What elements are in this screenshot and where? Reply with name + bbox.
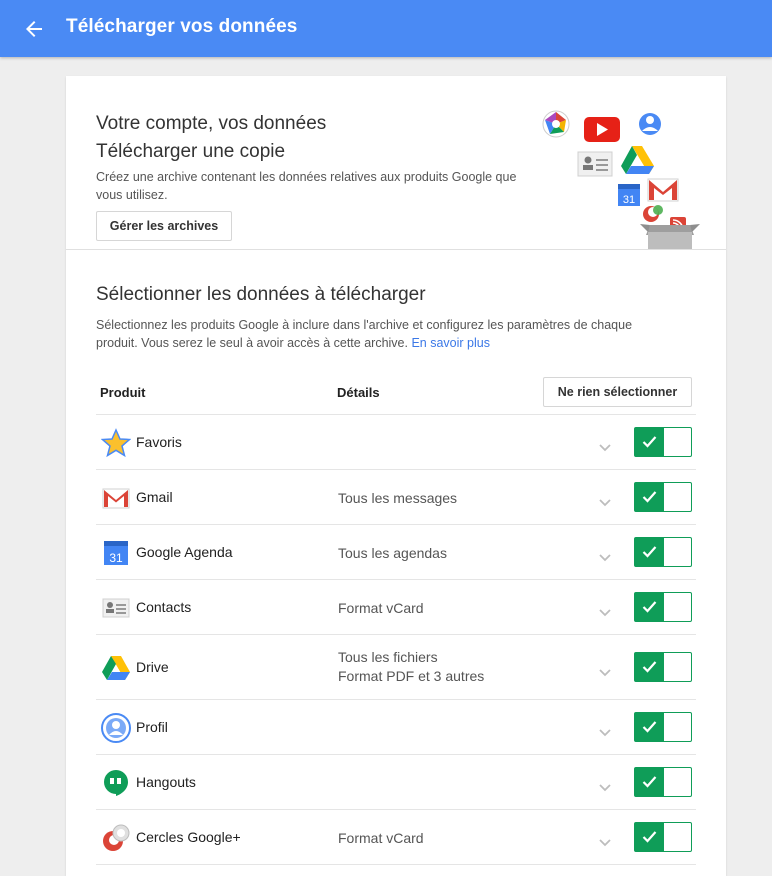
chevron-down-icon[interactable]: [599, 664, 611, 677]
product-row-cercles-google-plus: Cercles Google+ Format vCard: [96, 810, 696, 865]
profile-icon: [101, 713, 131, 743]
product-name: Profil: [136, 719, 168, 735]
toggle-on-segment: [635, 593, 664, 621]
product-row-favoris: Favoris: [96, 415, 696, 470]
picasa-icon: [542, 110, 570, 138]
hero-title: Votre compte, vos données Télécharger un…: [96, 110, 326, 166]
circles-icon: [101, 823, 131, 853]
calendar-icon: 31: [101, 538, 131, 568]
product-row-drive: Drive Tous les fichiers Format PDF et 3 …: [96, 635, 696, 700]
hangouts-icon: [101, 768, 131, 798]
product-name: Hangouts: [136, 774, 196, 790]
manage-archives-button[interactable]: Gérer les archives: [96, 211, 232, 241]
check-icon: [642, 661, 657, 673]
toggle-on-segment: [635, 538, 664, 566]
product-details-line1: Tous les fichiers: [338, 649, 438, 665]
contacts-icon: [101, 593, 131, 623]
section-divider: [66, 249, 726, 250]
toggle-on-segment: [635, 768, 664, 796]
product-name: Gmail: [136, 489, 173, 505]
include-toggle[interactable]: [634, 427, 692, 457]
toggle-on-segment: [635, 428, 664, 456]
product-row-contacts: Contacts Format vCard: [96, 580, 696, 635]
check-icon: [642, 601, 657, 613]
back-arrow-icon[interactable]: [22, 17, 46, 41]
product-details-line2: Format PDF et 3 autres: [338, 668, 485, 684]
product-row-hangouts: Hangouts: [96, 755, 696, 810]
toggle-on-segment: [635, 653, 664, 681]
contacts-icon: [577, 151, 613, 177]
gmail-icon: [101, 483, 131, 513]
product-details: Format vCard: [338, 600, 424, 616]
column-header-details: Détails: [337, 385, 380, 400]
include-toggle[interactable]: [634, 767, 692, 797]
include-toggle[interactable]: [634, 822, 692, 852]
check-icon: [642, 776, 657, 788]
selection-title: Sélectionner les données à télécharger: [96, 284, 426, 305]
include-toggle[interactable]: [634, 537, 692, 567]
include-toggle[interactable]: [634, 652, 692, 682]
product-details: Format vCard: [338, 830, 424, 846]
circles-icon: [643, 205, 663, 222]
check-icon: [642, 491, 657, 503]
chevron-down-icon[interactable]: [599, 439, 611, 452]
toggle-on-segment: [635, 713, 664, 741]
product-name: Google Agenda: [136, 544, 233, 560]
drive-icon: [621, 146, 654, 174]
takeout-card: Votre compte, vos données Télécharger un…: [66, 76, 726, 876]
app-header: Télécharger vos données: [0, 0, 772, 57]
hero-title-line1: Votre compte, vos données: [96, 113, 327, 134]
product-name: Drive: [136, 659, 169, 675]
toggle-on-segment: [635, 483, 664, 511]
toggle-on-segment: [635, 823, 664, 851]
product-details: Tous les agendas: [338, 545, 447, 561]
chevron-down-icon[interactable]: [599, 779, 611, 792]
youtube-icon: [584, 117, 620, 142]
check-icon: [642, 721, 657, 733]
gmail-icon: [647, 178, 679, 202]
learn-more-link[interactable]: En savoir plus: [411, 336, 490, 350]
select-none-button[interactable]: Ne rien sélectionner: [543, 377, 692, 407]
column-header-product: Produit: [100, 385, 146, 400]
product-row-google-agenda: 31 Google Agenda Tous les agendas: [96, 525, 696, 580]
check-icon: [642, 546, 657, 558]
hero-illustration: 31: [538, 104, 706, 250]
hero-title-line2: Télécharger une copie: [96, 141, 286, 162]
product-row-gmail: Gmail Tous les messages: [96, 470, 696, 525]
include-toggle[interactable]: [634, 482, 692, 512]
calendar-day: 31: [109, 551, 123, 565]
include-toggle[interactable]: [634, 592, 692, 622]
chevron-down-icon[interactable]: [599, 604, 611, 617]
chevron-down-icon[interactable]: [599, 549, 611, 562]
selection-description-text: Sélectionnez les produits Google à inclu…: [96, 318, 633, 350]
product-details: Tous les fichiers Format PDF et 3 autres: [338, 648, 484, 686]
archive-box-icon: [640, 224, 700, 250]
hero-description: Créez une archive contenant les données …: [96, 170, 517, 202]
calendar-icon: 31: [618, 184, 640, 206]
page-title: Télécharger vos données: [66, 16, 298, 37]
calendar-day: 31: [623, 194, 635, 206]
product-name: Contacts: [136, 599, 192, 615]
profile-icon: [639, 113, 661, 135]
product-name: Favoris: [136, 434, 182, 450]
chevron-down-icon[interactable]: [599, 834, 611, 847]
chevron-down-icon[interactable]: [599, 724, 611, 737]
product-row-profil: Profil: [96, 700, 696, 755]
include-toggle[interactable]: [634, 712, 692, 742]
check-icon: [642, 436, 657, 448]
product-details: Tous les messages: [338, 490, 458, 506]
drive-icon: [101, 653, 131, 683]
selection-description: Sélectionnez les produits Google à inclu…: [96, 316, 666, 352]
product-name: Cercles Google+: [136, 829, 241, 845]
star-icon: [100, 428, 132, 458]
check-icon: [642, 831, 657, 843]
chevron-down-icon[interactable]: [599, 494, 611, 507]
